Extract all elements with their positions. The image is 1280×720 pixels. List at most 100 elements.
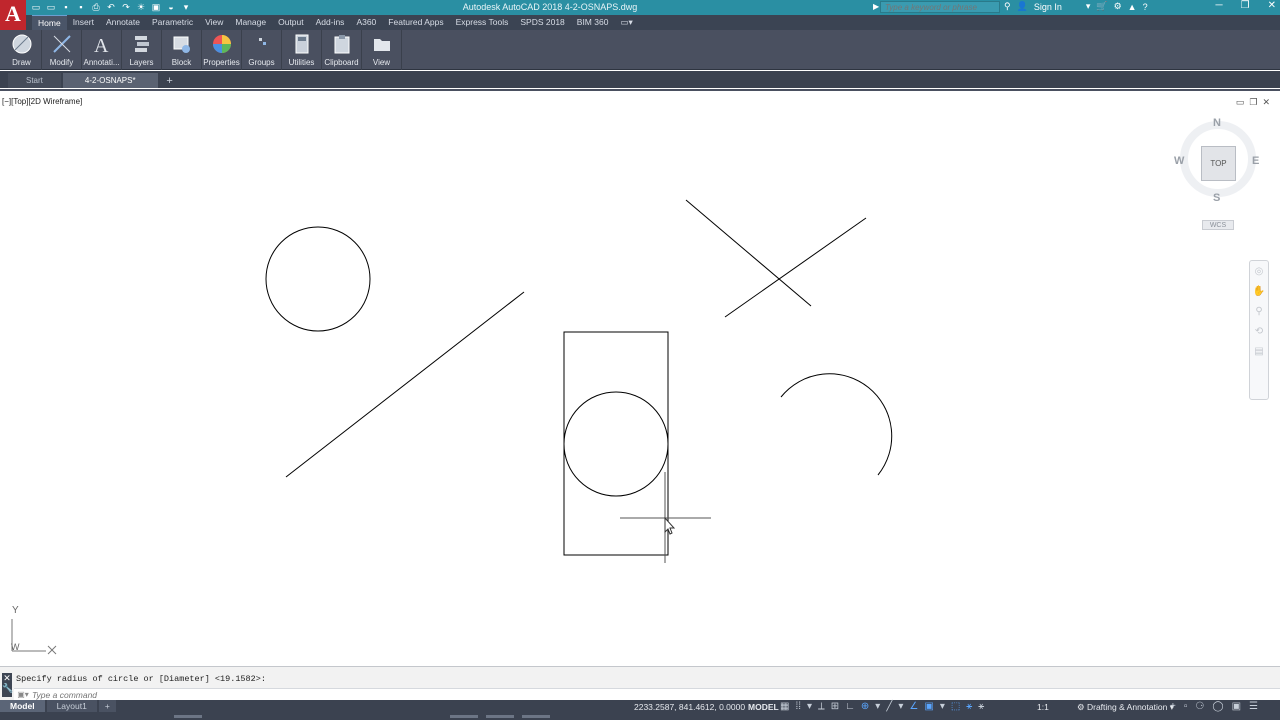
tab-featured-apps[interactable]: Featured Apps [382,15,449,30]
minimize-icon[interactable]: ─ [1216,0,1223,11]
clean-screen-icon[interactable]: ◯ [1212,701,1223,712]
tab-model[interactable]: Model [0,700,45,712]
annotation-scale[interactable]: 1:1 [1037,702,1049,712]
close-icon[interactable]: ✕ [1268,0,1276,11]
arc[interactable] [780,373,893,476]
chevron-down-icon[interactable]: ▾ [1086,1,1091,12]
redo-icon[interactable]: ↷ [120,2,132,12]
ribbon-options-icon[interactable]: ▭▾ [614,15,638,30]
share-icon[interactable]: ▣ [150,2,162,12]
chevron-down-icon[interactable]: ▾ [940,701,945,712]
help-icon[interactable]: ? [1143,2,1148,12]
tab-4-2-osnaps[interactable]: 4-2-OSNAPS* [62,73,158,88]
grid-icon[interactable]: ▦ [780,701,789,712]
showmotion-icon[interactable]: ▤ [1252,345,1266,359]
panel-layers[interactable]: Layers [122,30,162,70]
isolate-icon[interactable]: ▫ [1184,701,1188,712]
panel-draw[interactable]: Draw [2,30,42,70]
wcs-menu[interactable]: WCS [1202,220,1234,230]
user-icon[interactable]: 👤 [1017,1,1028,12]
diagonal-line[interactable] [285,291,525,478]
cart-icon[interactable]: 🛒 [1096,1,1107,12]
plot-icon[interactable]: ⎙ [90,2,102,12]
chevron-down-icon[interactable]: ▾ [180,2,192,12]
panel-view[interactable]: View [362,30,402,70]
circle-in-rectangle[interactable] [563,391,669,497]
application-menu-logo[interactable]: A [0,0,26,30]
minimize-icon[interactable]: ▭ [1236,97,1245,108]
save-as-icon[interactable]: ▪ [75,2,87,12]
ortho-icon[interactable]: ∟ [845,701,855,712]
close-icon[interactable]: ✕ [1262,97,1270,108]
tab-bim-360[interactable]: BIM 360 [571,15,615,30]
restore-icon[interactable]: ❐ [1249,97,1257,108]
tab-layout1[interactable]: Layout1 [46,700,97,712]
panel-clipboard[interactable]: Clipboard [322,30,362,70]
tab-add-ins[interactable]: Add-ins [310,15,351,30]
save-icon[interactable]: ▪ [60,2,72,12]
plus-icon[interactable]: + [1170,701,1176,712]
viewcube-top-face[interactable]: TOP [1201,146,1236,181]
tab-home[interactable]: Home [32,15,67,30]
new-layout-button[interactable]: + [98,700,116,712]
chevron-down-icon[interactable]: ▾ [875,701,880,712]
model-space-toggle[interactable]: MODEL [748,702,779,712]
workspace-icon[interactable]: ◒ [165,2,177,12]
tab-insert[interactable]: Insert [67,15,100,30]
polar-tracking-icon[interactable]: ⊕ [861,701,869,712]
object-snap-tracking-icon[interactable]: ∠ [909,701,918,712]
infer-constraints-icon[interactable]: ⟂ [818,701,825,712]
tab-output[interactable]: Output [272,15,310,30]
object-snap-icon[interactable]: ▣ [924,701,933,712]
sun-icon[interactable]: ☀ [135,2,147,12]
open-file-icon[interactable]: ▭ [45,2,57,12]
cross-line-b[interactable] [724,217,867,318]
circle-left[interactable] [265,226,371,332]
panel-block[interactable]: Block [162,30,202,70]
panel-modify[interactable]: Modify [42,30,82,70]
snap-icon[interactable]: ⁞⁞ [795,701,801,712]
new-tab-button[interactable]: + [160,74,180,88]
command-input[interactable] [32,689,632,700]
tab-parametric[interactable]: Parametric [146,15,199,30]
compass-north[interactable]: N [1213,117,1221,129]
panel-properties[interactable]: Properties [202,30,242,70]
chevron-down-icon[interactable]: ▾ [898,701,903,712]
compass-west[interactable]: W [1174,155,1184,167]
triangle-icon[interactable]: ▲ [1128,2,1137,12]
properties-icon[interactable]: ▣ [1232,701,1241,712]
tab-manage[interactable]: Manage [229,15,272,30]
cross-line-a[interactable] [685,199,812,307]
zoom-icon[interactable]: ⚲ [1252,305,1266,319]
command-prompt-icon[interactable]: ▣▾ [14,690,32,699]
coordinate-readout[interactable]: 2233.2587, 841.4612, 0.0000 [634,702,745,712]
panel-groups[interactable]: Groups [242,30,282,70]
orbit-icon[interactable]: ⟲ [1252,325,1266,339]
dynamic-input-icon[interactable]: ⊞ [831,701,839,712]
steering-wheel-icon[interactable]: ◎ [1252,265,1266,279]
viewcube[interactable]: TOP N S E W WCS [1168,115,1272,235]
maximize-icon[interactable]: ❐ [1241,0,1250,11]
panel-utilities[interactable]: Utilities [282,30,322,70]
compass-south[interactable]: S [1213,192,1220,204]
search-expand-icon[interactable]: ▶ [873,2,879,11]
command-line-close-icon[interactable]: ✕ 🔧 [2,673,13,697]
tab-spds-2018[interactable]: SPDS 2018 [514,15,570,30]
pan-icon[interactable]: ✋ [1252,285,1266,299]
exchange-icon[interactable]: ⚙ [1114,1,1122,12]
model-space-canvas[interactable]: [−][Top][2D Wireframe] ▭ ❐ ✕ TOP N S E W… [0,89,1280,666]
rectangle[interactable] [563,331,669,556]
workspace-switcher[interactable]: ⚙ Drafting & Annotation ▾ [1077,702,1174,713]
annotation-scale-icon[interactable]: ⚹ [978,701,984,712]
viewport-controls-label[interactable]: [−][Top][2D Wireframe] [2,97,82,106]
isodraft-icon[interactable]: ╱ [886,701,892,712]
tab-a360[interactable]: A360 [350,15,382,30]
tab-express-tools[interactable]: Express Tools [450,15,515,30]
undo-icon[interactable]: ↶ [105,2,117,12]
compass-east[interactable]: E [1252,155,1259,167]
chevron-down-icon[interactable]: ▾ [807,701,812,712]
tab-annotate[interactable]: Annotate [100,15,146,30]
annotation-visibility-icon[interactable]: ⚹ [966,701,972,712]
hardware-acceleration-icon[interactable]: ⚆ [1195,701,1204,712]
tab-start[interactable]: Start [8,73,61,88]
